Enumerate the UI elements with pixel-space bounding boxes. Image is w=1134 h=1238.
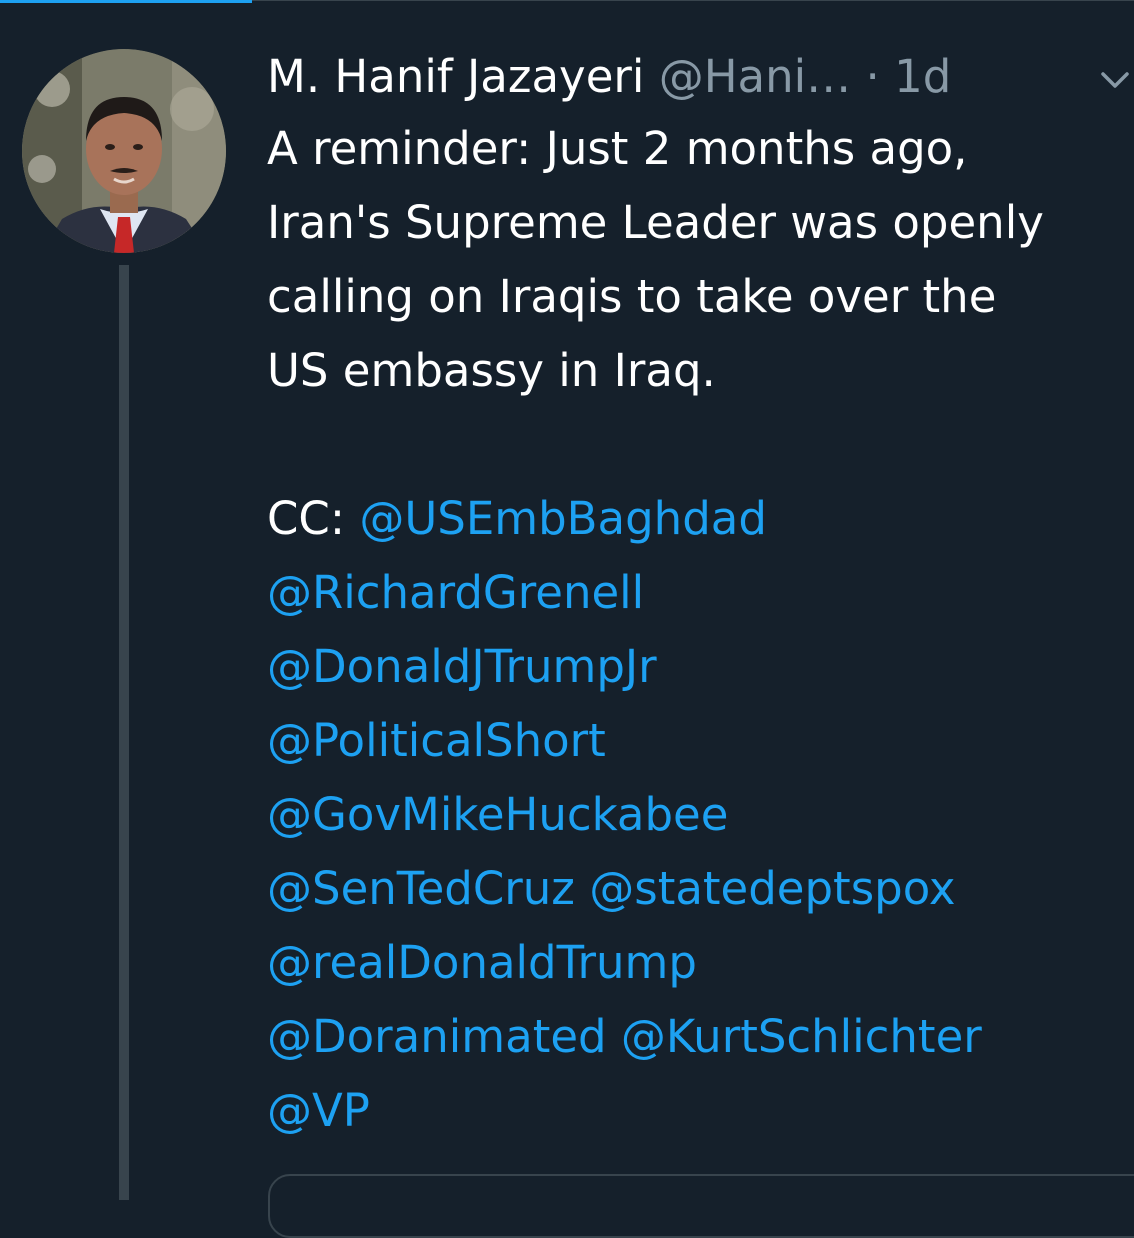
mention-line: @GovMikeHuckabee bbox=[267, 778, 1134, 852]
mention-link[interactable]: @RichardGrenell bbox=[267, 566, 644, 619]
mention-line: @DonaldJTrumpJr bbox=[267, 630, 1134, 704]
mention-line: @realDonaldTrump bbox=[267, 926, 1134, 1000]
cc-label: CC: bbox=[267, 492, 346, 545]
mention-line: @Doranimated @KurtSchlichter bbox=[267, 1000, 1134, 1074]
mention-link[interactable]: @KurtSchlichter bbox=[621, 1010, 982, 1063]
mention-link[interactable]: @realDonaldTrump bbox=[267, 936, 697, 989]
tab-indicator bbox=[0, 0, 252, 3]
mention-line: @RichardGrenell bbox=[267, 556, 1134, 630]
mention-link[interactable]: @PoliticalShort bbox=[267, 714, 606, 767]
separator: · bbox=[865, 50, 880, 103]
mention-line: @SenTedCruz @statedeptspox bbox=[267, 852, 1134, 926]
mention-link[interactable]: @DonaldJTrumpJr bbox=[267, 640, 657, 693]
mention-link[interactable]: @SenTedCruz bbox=[267, 862, 575, 915]
tweet-header: M. Hanif Jazayeri @Hani… · 1d bbox=[267, 46, 1134, 108]
mention-link[interactable]: @VP bbox=[267, 1084, 370, 1137]
display-name[interactable]: M. Hanif Jazayeri bbox=[267, 50, 644, 103]
mention-link[interactable]: @GovMikeHuckabee bbox=[267, 788, 728, 841]
tweet-text: A reminder: Just 2 months ago, Iran's Su… bbox=[267, 112, 1134, 1148]
mention-link[interactable]: @statedeptspox bbox=[589, 862, 955, 915]
top-divider bbox=[252, 0, 1134, 1]
tweet-text-line: calling on Iraqis to take over the bbox=[267, 270, 997, 323]
avatar[interactable] bbox=[22, 49, 226, 253]
handle[interactable]: @Hani… bbox=[659, 50, 851, 103]
user-photo-avatar-icon bbox=[22, 49, 226, 253]
timestamp[interactable]: 1d bbox=[894, 50, 951, 103]
chevron-down-icon bbox=[1101, 72, 1129, 88]
quoted-media-card[interactable] bbox=[268, 1174, 1134, 1238]
tweet-text-line: A reminder: Just 2 months ago, bbox=[267, 122, 968, 175]
tweet-menu-button[interactable] bbox=[1098, 62, 1132, 96]
thread-line bbox=[119, 265, 129, 1200]
mention-link[interactable]: @USEmbBaghdad bbox=[359, 492, 767, 545]
mention-line: @PoliticalShort bbox=[267, 704, 1134, 778]
tweet-text-line: US embassy in Iraq. bbox=[267, 344, 716, 397]
cc-line: CC: @USEmbBaghdad bbox=[267, 482, 1134, 556]
tweet-text-line: Iran's Supreme Leader was openly bbox=[267, 196, 1044, 249]
mention-link[interactable]: @Doranimated bbox=[267, 1010, 607, 1063]
mention-line: @VP bbox=[267, 1074, 1134, 1148]
